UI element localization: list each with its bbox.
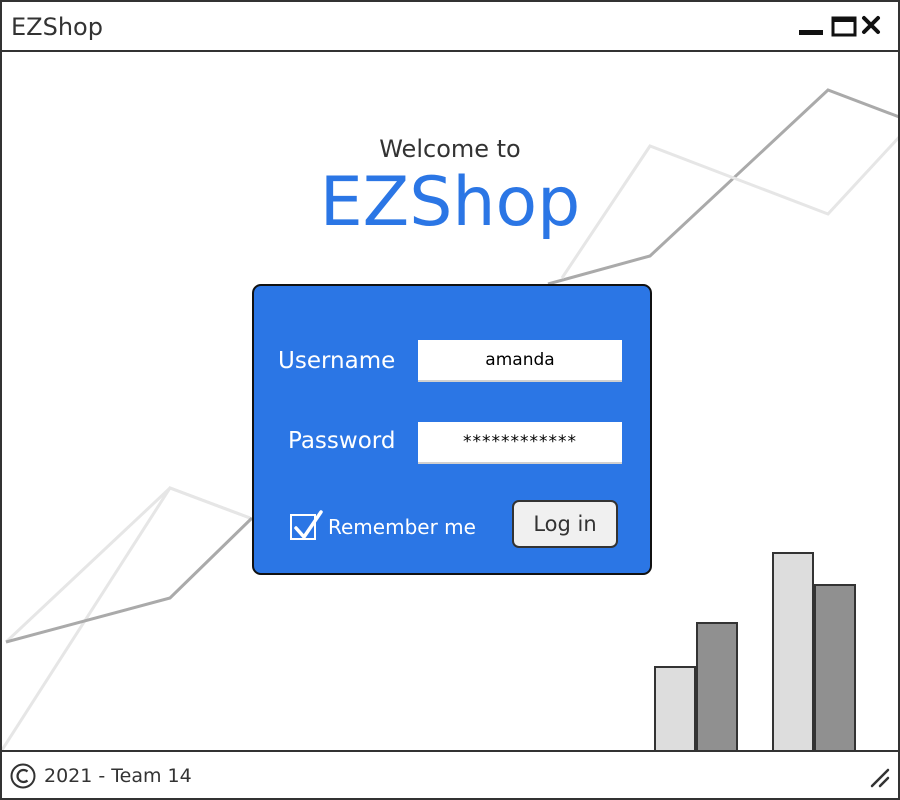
username-field[interactable]: [418, 340, 622, 382]
decor-bar: [696, 622, 738, 750]
decor-bar: [772, 552, 814, 750]
minimize-button[interactable]: [798, 15, 824, 37]
status-bar: 2021 - Team 14: [2, 750, 898, 798]
copyright-icon: [10, 763, 36, 789]
brand-title: EZShop: [319, 163, 581, 242]
password-field[interactable]: [418, 422, 622, 464]
remember-me-label: Remember me: [328, 515, 476, 539]
decor-bar: [814, 584, 856, 750]
username-label: Username: [278, 348, 396, 374]
decor-bar: [654, 666, 696, 750]
maximize-button[interactable]: [831, 15, 857, 37]
close-icon: [862, 16, 880, 34]
welcome-text: Welcome to: [379, 135, 521, 163]
login-form: Username Password Remember me Log in: [252, 284, 652, 575]
checkbox-box[interactable]: [290, 510, 323, 540]
login-button[interactable]: Log in: [512, 500, 618, 548]
resize-grip-icon[interactable]: [870, 768, 890, 788]
close-button[interactable]: [860, 15, 886, 37]
maximize-icon: [831, 16, 857, 37]
window-title: EZShop: [11, 13, 103, 41]
copyright-notice: 2021 - Team 14: [10, 763, 192, 789]
copyright-text: 2021 - Team 14: [44, 765, 192, 787]
minimize-icon: [799, 30, 823, 35]
app-window: EZShop Welcome to EZShop Username Passwo…: [0, 0, 900, 800]
title-bar: EZShop: [2, 2, 898, 52]
password-label: Password: [288, 428, 396, 454]
checkmark-icon: [294, 510, 323, 539]
remember-me-checkbox[interactable]: Remember me: [290, 510, 476, 542]
main-content: Welcome to EZShop Username Password Reme…: [2, 52, 898, 750]
